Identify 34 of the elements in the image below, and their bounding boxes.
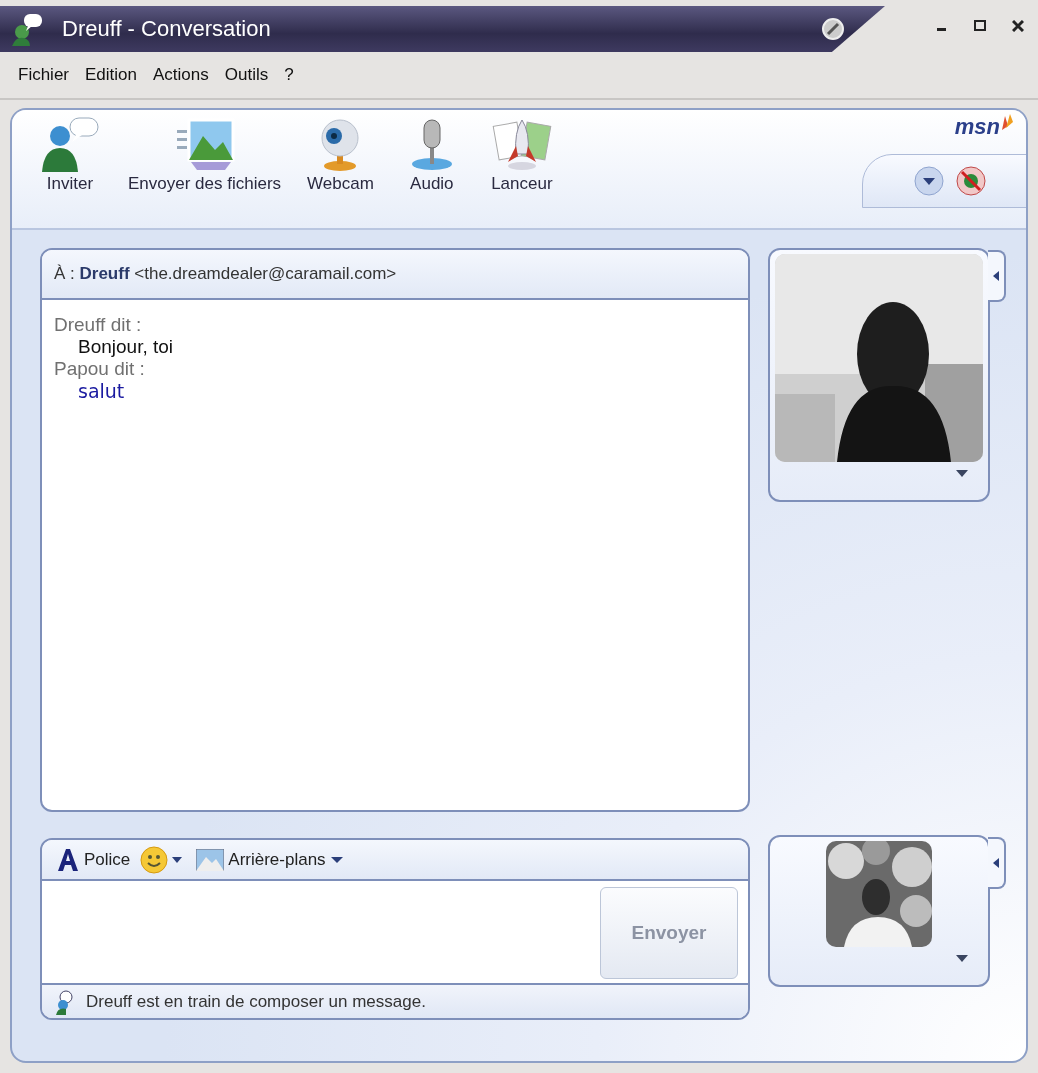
- msn-logo: msn: [954, 114, 1014, 140]
- menu-item[interactable]: Edition: [79, 61, 143, 89]
- dropdown-icon[interactable]: [913, 165, 945, 197]
- toolbar-button[interactable]: Lanceur: [489, 116, 554, 194]
- toolbar-button[interactable]: Inviter: [38, 116, 102, 194]
- letter-a-icon: [56, 847, 80, 872]
- sender-line: Dreuff dit :: [54, 314, 143, 336]
- dropdown-arrow-icon[interactable]: [956, 955, 968, 963]
- dropdown-arrow-icon[interactable]: [956, 470, 968, 478]
- status-icon: [821, 17, 845, 41]
- messenger-icon: [10, 12, 44, 46]
- message-text: salut: [77, 380, 126, 402]
- toolbar-button[interactable]: Envoyer des fichiers: [128, 116, 282, 194]
- font-button[interactable]: Police: [54, 845, 133, 874]
- block-icon[interactable]: [955, 165, 987, 197]
- collapse-tab[interactable]: [988, 837, 1006, 889]
- close-icon[interactable]: [1012, 20, 1024, 32]
- maximize-icon[interactable]: [974, 20, 986, 32]
- window-title: Dreuff - Conversation: [62, 16, 271, 42]
- menu-item[interactable]: Fichier: [12, 61, 75, 89]
- backgrounds-button[interactable]: Arrière-plans: [194, 846, 346, 873]
- caret-icon: [329, 855, 344, 864]
- message-text: Bonjour, toi: [77, 336, 175, 358]
- caret-icon: [993, 271, 999, 281]
- landscape-icon: [196, 848, 225, 871]
- status-text: Dreuff est en train de composer un message.: [86, 991, 426, 1012]
- menu-item[interactable]: ?: [278, 61, 300, 89]
- menu-item[interactable]: Actions: [147, 61, 215, 89]
- collapse-tab[interactable]: [988, 250, 1006, 302]
- sender-line: Papou dit :: [54, 358, 146, 380]
- menu-item[interactable]: Outils: [218, 61, 275, 89]
- toolbar-button[interactable]: Webcam: [307, 116, 374, 194]
- caret-icon: [993, 858, 999, 868]
- toolbar-button[interactable]: Audio: [399, 116, 464, 194]
